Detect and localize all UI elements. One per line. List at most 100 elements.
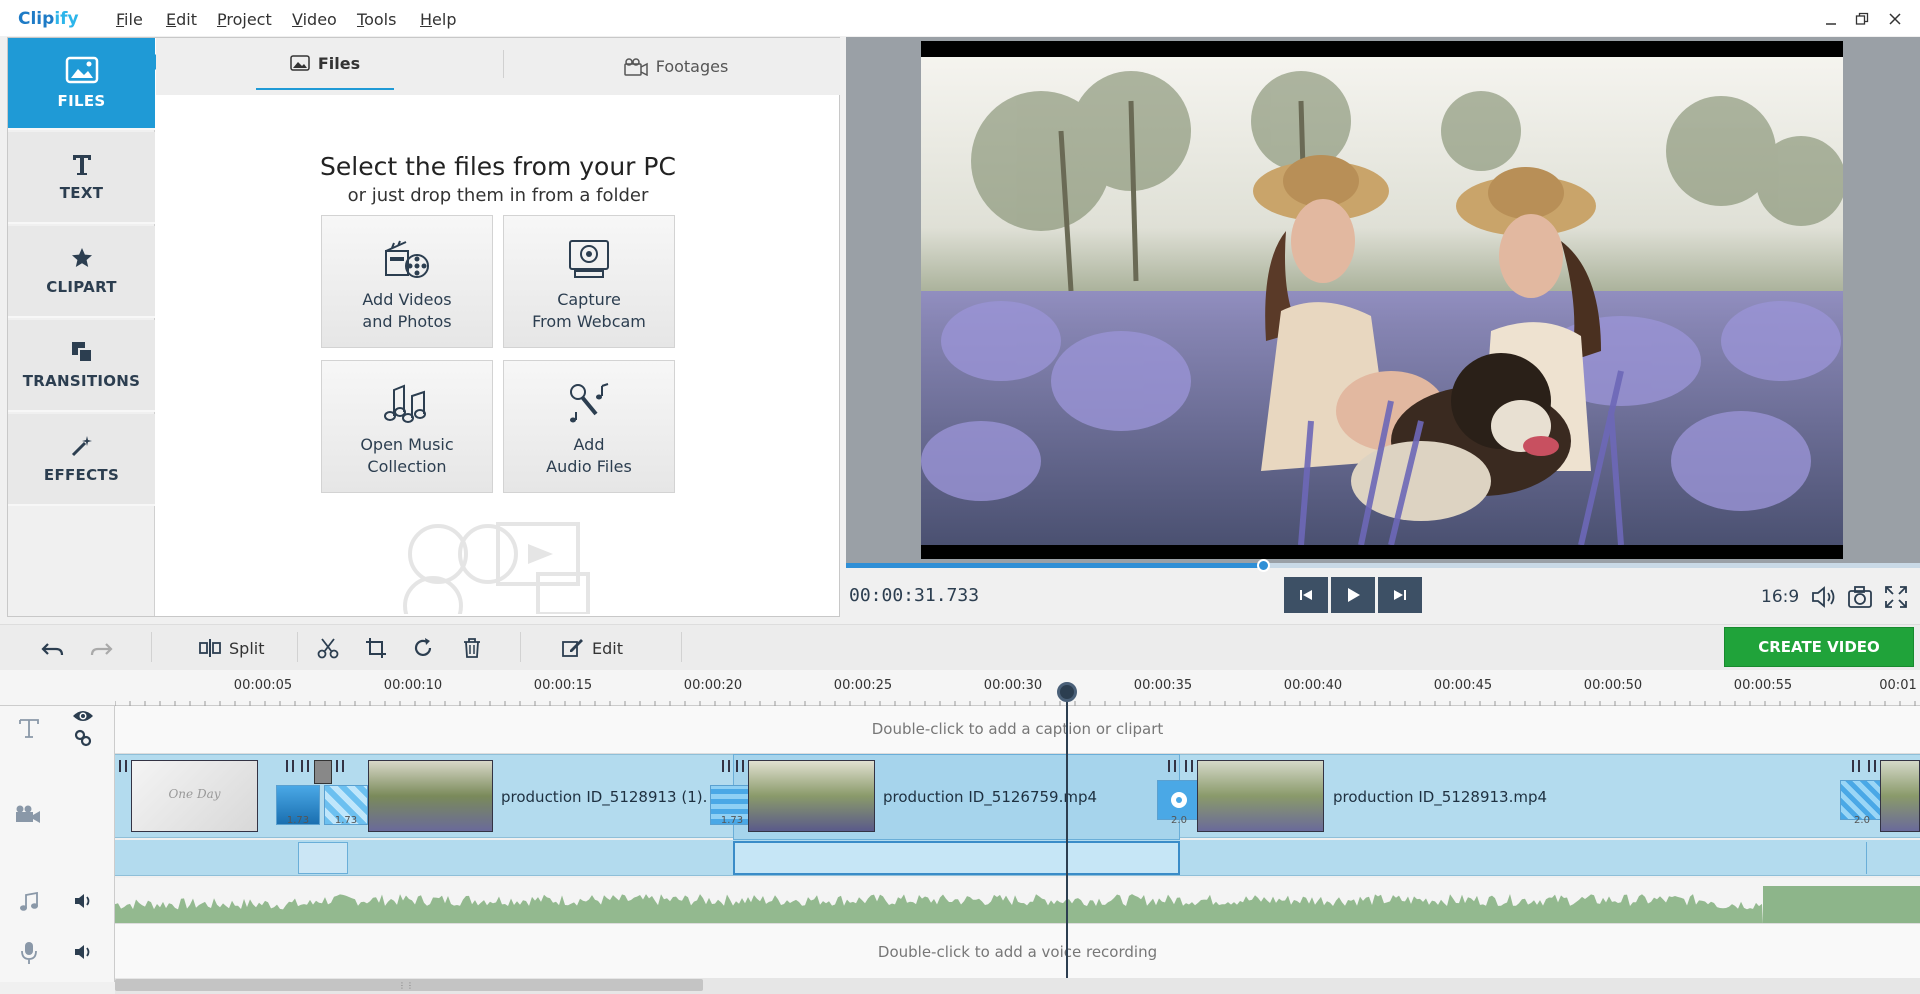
open-music-collection-button[interactable]: Open Music Collection <box>321 360 493 493</box>
skip-back-button[interactable] <box>1284 577 1328 613</box>
media-panel: FILES TEXT CLIPART TRANSITIONS EFFECTS F… <box>7 37 840 617</box>
volume-icon[interactable] <box>1810 585 1838 609</box>
transitions-icon <box>70 340 94 364</box>
toolbar-divider <box>520 632 521 662</box>
sidebar-item-files[interactable]: FILES <box>8 38 155 130</box>
clip-trim-handle[interactable] <box>1868 760 1876 772</box>
trash-icon <box>462 637 482 659</box>
delete-button[interactable] <box>462 634 482 662</box>
clip-trim-handle[interactable] <box>336 760 344 772</box>
menu-file[interactable]: File <box>116 10 143 29</box>
transition-thumb[interactable] <box>1157 780 1201 820</box>
playback-progress-handle[interactable] <box>1257 559 1270 572</box>
toolbar-divider <box>297 632 298 662</box>
clip-trim-handle[interactable] <box>736 760 744 772</box>
clip-trim-handle[interactable] <box>722 760 730 772</box>
text-icon <box>71 152 93 176</box>
skip-forward-icon <box>1392 587 1408 603</box>
skip-back-icon <box>1298 587 1314 603</box>
transition-thumb[interactable] <box>1840 780 1884 820</box>
toolbar-divider <box>151 632 152 662</box>
sidebar-item-label: TEXT <box>59 184 104 202</box>
create-video-button[interactable]: CREATE VIDEO <box>1724 627 1914 667</box>
star-icon <box>70 246 94 270</box>
restore-icon[interactable] <box>1849 6 1875 32</box>
files-subline: or just drop them in from a folder <box>347 185 649 206</box>
video-camera-icon <box>15 804 41 824</box>
intro-title-text: One Day <box>168 787 221 801</box>
image-icon <box>65 56 99 84</box>
clip-thumbnail-intro: One Day <box>131 760 258 832</box>
lane-divider <box>1866 842 1867 874</box>
sidebar-item-effects[interactable]: EFFECTS <box>8 414 155 506</box>
close-icon[interactable] <box>1882 6 1908 32</box>
video-reel-icon <box>382 237 432 281</box>
music-volume-icon[interactable] <box>73 892 93 910</box>
ruler-label: 00:00:15 <box>533 678 593 693</box>
clip-name-2: production ID_5126759.mp4 <box>883 788 1098 806</box>
playhead-handle[interactable] <box>1057 682 1077 702</box>
edit-button[interactable]: Edit <box>562 634 623 662</box>
snapshot-icon[interactable] <box>1846 585 1874 609</box>
add-videos-button[interactable]: Add Videos and Photos <box>321 215 493 348</box>
sidebar: FILES TEXT CLIPART TRANSITIONS EFFECTS <box>8 38 155 616</box>
skip-forward-button[interactable] <box>1378 577 1422 613</box>
play-icon <box>1344 586 1362 604</box>
crop-button[interactable] <box>365 634 387 662</box>
clip-trim-handle[interactable] <box>1168 760 1176 772</box>
ruler-label: 00:00:40 <box>1283 678 1343 693</box>
menu-video[interactable]: Video <box>292 10 337 29</box>
sidebar-item-label: EFFECTS <box>43 466 120 484</box>
scissors-icon <box>317 637 339 659</box>
playback-progress-fill <box>846 563 1263 568</box>
clip-thumbnail-1 <box>368 760 493 832</box>
scroll-grip-icon: ⋮⋮ <box>398 981 414 990</box>
sidebar-item-transitions[interactable]: TRANSITIONS <box>8 320 155 412</box>
link-icon[interactable] <box>74 729 92 747</box>
menu-edit[interactable]: Edit <box>166 10 197 29</box>
microphone-icon <box>564 382 614 426</box>
sidebar-item-clipart[interactable]: CLIPART <box>8 226 155 318</box>
fullscreen-icon[interactable] <box>1884 585 1908 609</box>
capture-webcam-button[interactable]: Capture From Webcam <box>503 215 675 348</box>
clip-trim-handle[interactable] <box>1852 760 1860 772</box>
add-audio-files-button[interactable]: Add Audio Files <box>503 360 675 493</box>
video-preview[interactable] <box>921 41 1843 559</box>
preview-frame-image <box>921 41 1843 559</box>
clip-trim-handle[interactable] <box>1185 760 1193 772</box>
clip-trim-handle[interactable] <box>119 760 127 772</box>
minimize-icon[interactable] <box>1818 6 1844 32</box>
undo-icon <box>40 638 66 658</box>
music-track[interactable] <box>115 878 1920 924</box>
sidebar-item-label: FILES <box>57 92 106 110</box>
ruler-label: 00:00:45 <box>1433 678 1493 693</box>
microphone-icon <box>20 941 38 965</box>
menu-tools[interactable]: Tools <box>357 10 396 29</box>
music-notes-icon <box>382 382 432 426</box>
playhead-line <box>1066 688 1068 978</box>
menu-help[interactable]: Help <box>420 10 456 29</box>
caption-track-hint: Double-click to add a caption or clipart <box>871 720 1164 738</box>
crop-icon <box>365 637 387 659</box>
music-note-icon <box>19 892 39 912</box>
webcam-icon <box>564 237 614 281</box>
cut-button[interactable] <box>317 634 339 662</box>
menu-project[interactable]: Project <box>217 10 272 29</box>
eye-icon[interactable] <box>72 708 94 724</box>
tab-footages[interactable]: Footages <box>586 38 766 95</box>
voice-volume-icon[interactable] <box>73 943 93 961</box>
rotate-icon <box>412 637 434 659</box>
ruler-label: 00:00:55 <box>1733 678 1793 693</box>
split-button[interactable]: Split <box>199 634 264 662</box>
tab-files[interactable]: Files <box>256 38 394 90</box>
app-logo: Clipify <box>18 9 79 29</box>
transition-marker[interactable] <box>298 842 348 874</box>
redo-button[interactable] <box>88 634 114 662</box>
clip-trim-handle[interactable] <box>286 760 294 772</box>
rotate-button[interactable] <box>412 634 434 662</box>
clip-trim-handle[interactable] <box>301 760 309 772</box>
sidebar-item-text[interactable]: TEXT <box>8 132 155 224</box>
play-button[interactable] <box>1331 577 1375 613</box>
aspect-ratio-selector[interactable]: 16:9 <box>1761 587 1799 607</box>
undo-button[interactable] <box>40 634 66 662</box>
